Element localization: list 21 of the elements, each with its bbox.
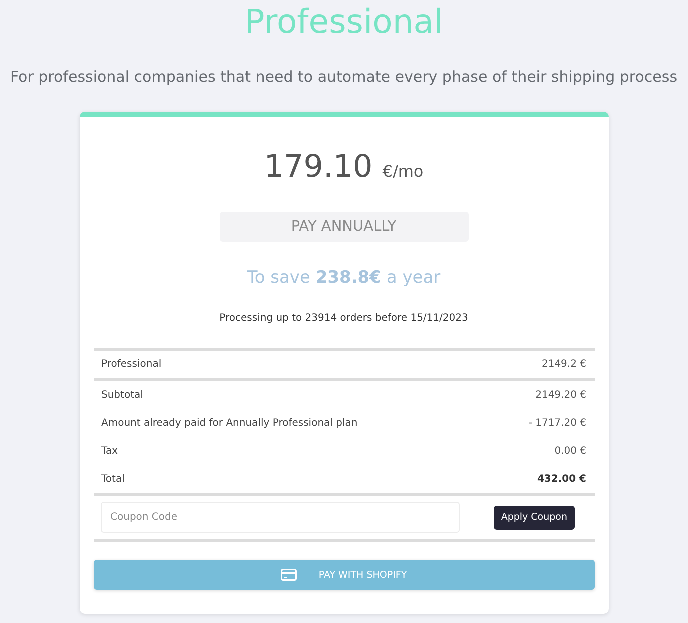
line-amount: 2149.20 €	[536, 390, 586, 400]
price-amount: 179.10	[264, 148, 373, 187]
line-label: Tax	[102, 446, 118, 456]
item-label: Professional	[102, 359, 162, 370]
line-amount: 0.00 €	[554, 446, 586, 456]
coupon-input-field[interactable]: Coupon Code	[100, 502, 460, 533]
line-label: Subtotal	[102, 390, 144, 400]
plan-subtitle: For professional companies that need to automate every phase of their shipping process	[10, 67, 678, 88]
line-amount: - 1717.20 €	[528, 418, 586, 428]
credit-card-icon	[280, 569, 297, 581]
item-amount: 2149.2 €	[542, 359, 586, 370]
limit-note: Processing up to 23914 orders before 15/11/2023	[220, 312, 468, 326]
total-label: Total	[102, 474, 125, 484]
total-amount: 432.00 €	[537, 474, 586, 484]
pay-with-shopify-button[interactable]: PAY WITH SHOPIFY	[94, 560, 594, 590]
apply-coupon-button[interactable]: Apply Coupon	[494, 506, 574, 530]
line-label: Amount already paid for Annually Professional plan	[102, 418, 358, 428]
savings-text: To save 238.8€ a year	[247, 267, 441, 290]
pay-annually-button[interactable]: PAY ANNUALLY	[220, 212, 468, 242]
price-unit: €/mo	[382, 162, 424, 181]
plan-title: Professional	[244, 1, 444, 43]
